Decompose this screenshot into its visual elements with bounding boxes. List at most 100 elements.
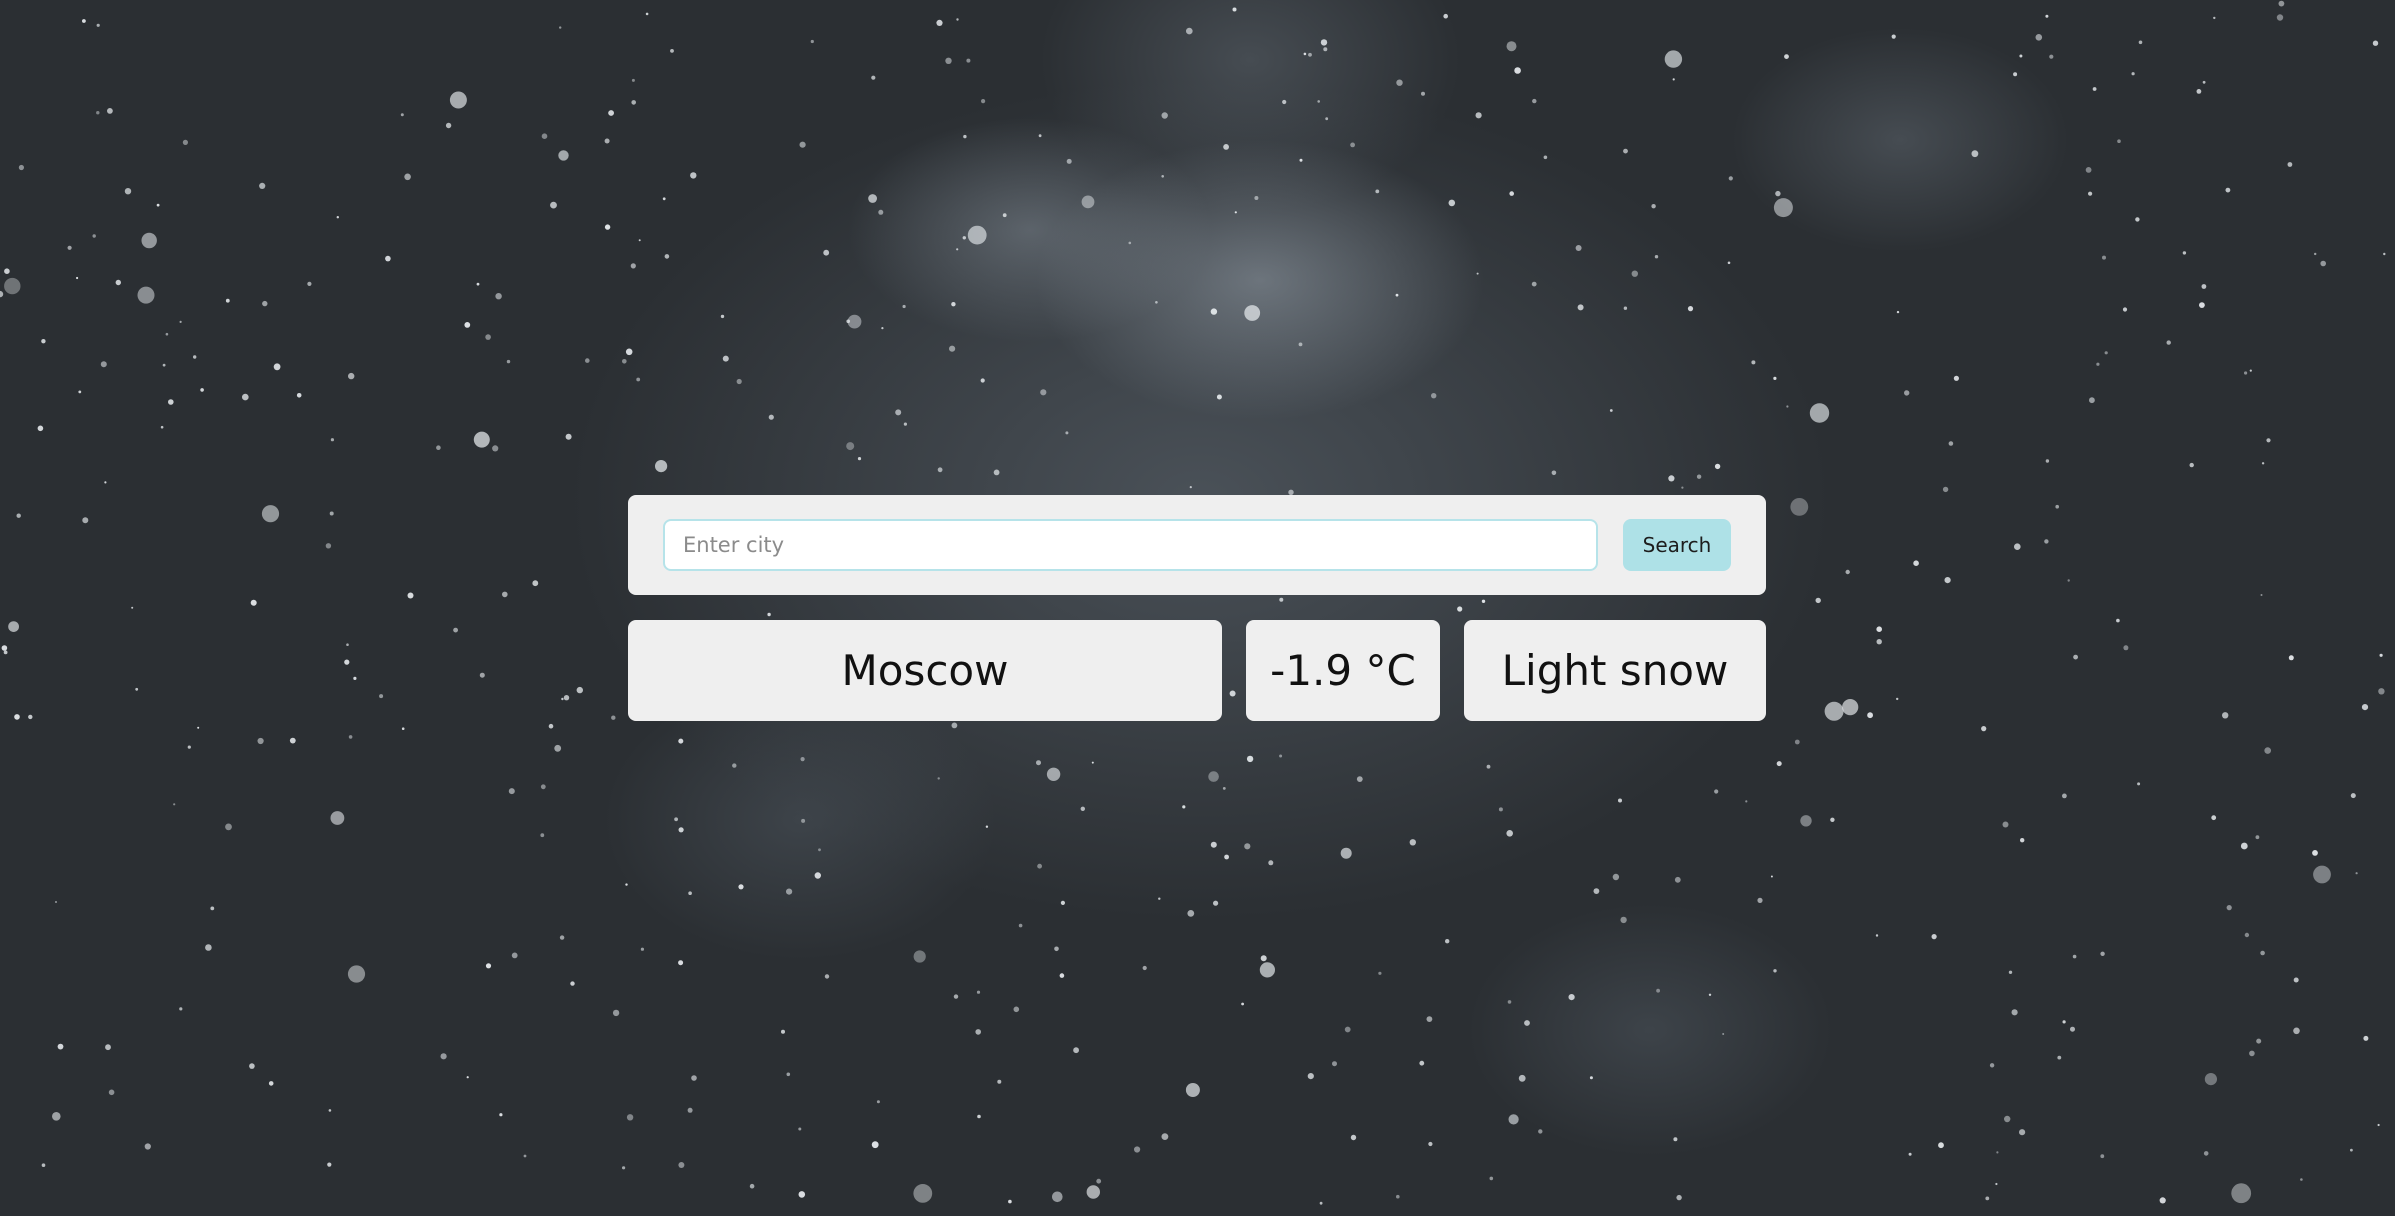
snowflake — [107, 108, 113, 114]
snowflake — [1161, 112, 1168, 119]
snowflake — [1891, 34, 1896, 39]
snowflake — [1481, 599, 1486, 603]
snowflake — [2255, 835, 2260, 840]
snowflake — [2300, 1178, 2303, 1181]
snowflake — [1319, 1201, 1323, 1205]
snowflake — [2045, 14, 2049, 18]
snowflake — [2135, 217, 2140, 222]
snowflake — [1216, 394, 1222, 400]
search-button[interactable]: Search — [1623, 519, 1731, 571]
snowflake — [1445, 939, 1450, 944]
snowflake — [2014, 543, 2021, 550]
snowflake — [1066, 158, 1072, 164]
snowflake — [871, 75, 876, 80]
snowflake — [1722, 1033, 1725, 1035]
snowflake — [1134, 1146, 1141, 1153]
snowflake — [2383, 252, 2386, 256]
snowflake — [1775, 190, 1781, 197]
snowflake — [1773, 969, 1777, 973]
snowflake — [2312, 850, 2318, 856]
snowflake — [1656, 988, 1660, 993]
snowflake — [445, 122, 452, 129]
snowflake — [1, 645, 8, 651]
snowflake — [1830, 817, 1835, 822]
snowflake — [1786, 405, 1789, 408]
snowflake — [379, 694, 384, 699]
snowflake — [937, 467, 943, 473]
snowflake — [205, 944, 212, 951]
snowflake — [799, 141, 806, 148]
snowflake — [1489, 1176, 1494, 1181]
snowflake — [548, 723, 554, 729]
snowflake — [407, 592, 414, 599]
snowflake — [242, 393, 249, 401]
snowflake — [1344, 1026, 1351, 1033]
snowflake — [1938, 1142, 1944, 1149]
snowflake — [798, 1191, 806, 1198]
snowflake — [1350, 142, 1355, 148]
snowflake — [2137, 782, 2141, 786]
snowflake — [540, 833, 545, 838]
snowflake — [4, 268, 10, 275]
snowflake — [2278, 0, 2285, 7]
snowflake — [179, 1007, 183, 1011]
condition-card: Light snow — [1464, 620, 1766, 721]
snowflake — [1409, 839, 1417, 846]
snowflake — [2100, 951, 2105, 956]
snowflake — [1676, 1194, 1682, 1201]
snowflake — [976, 990, 981, 994]
snowflake — [1953, 375, 1959, 381]
snowflake — [1002, 213, 1007, 218]
snowflake — [182, 139, 188, 145]
snowflake — [951, 302, 956, 307]
snowflake — [2104, 351, 2108, 355]
snowflake — [1378, 971, 1382, 975]
snowflake — [1674, 876, 1681, 883]
snowflake — [2002, 821, 2009, 828]
snowflake — [1222, 787, 1226, 790]
snowflake — [385, 255, 391, 262]
snowflake — [997, 1079, 1002, 1084]
snowflake — [1623, 148, 1628, 154]
snowflake — [1054, 946, 1059, 952]
snowflake — [2044, 539, 2049, 544]
snowflake — [2189, 462, 2194, 468]
snowflake — [975, 1029, 981, 1035]
snowflake — [162, 363, 166, 367]
snowflake — [1080, 806, 1086, 811]
snowflake — [249, 1063, 255, 1069]
snowflake — [2204, 1073, 2217, 1086]
snowflake — [2123, 645, 2129, 651]
snowflake — [506, 359, 511, 364]
snowflake — [436, 445, 441, 451]
snowflake — [1268, 860, 1274, 866]
snowflake — [1543, 155, 1548, 160]
snowflake — [622, 359, 627, 364]
snowflake — [1971, 150, 1979, 158]
city-search-input[interactable] — [663, 519, 1598, 571]
snowflake — [611, 715, 616, 720]
snowflake — [985, 825, 989, 828]
snowflake — [1948, 441, 1954, 446]
snowflake — [1189, 486, 1192, 489]
snowflake — [2072, 954, 2077, 959]
snowflake — [2222, 712, 2229, 719]
snowflake — [1687, 306, 1694, 312]
snowflake — [257, 737, 264, 745]
snowflake — [1421, 91, 1425, 96]
snowflake — [1158, 897, 1161, 900]
snowflake — [604, 224, 611, 230]
snowflake — [2019, 1129, 2026, 1136]
snowflake — [1509, 191, 1514, 196]
snowflake — [1279, 597, 1284, 602]
snowflake — [1375, 189, 1380, 194]
snowflake — [2019, 54, 2023, 58]
snowflake — [626, 1114, 634, 1121]
snowflake — [962, 236, 966, 240]
snowflake — [1672, 78, 1675, 81]
snowflake — [1654, 255, 1659, 259]
snowflake — [1259, 962, 1275, 978]
snowflake — [262, 300, 268, 307]
temperature-value: -1.9 °C — [1270, 646, 1416, 695]
snowflake — [325, 543, 332, 549]
